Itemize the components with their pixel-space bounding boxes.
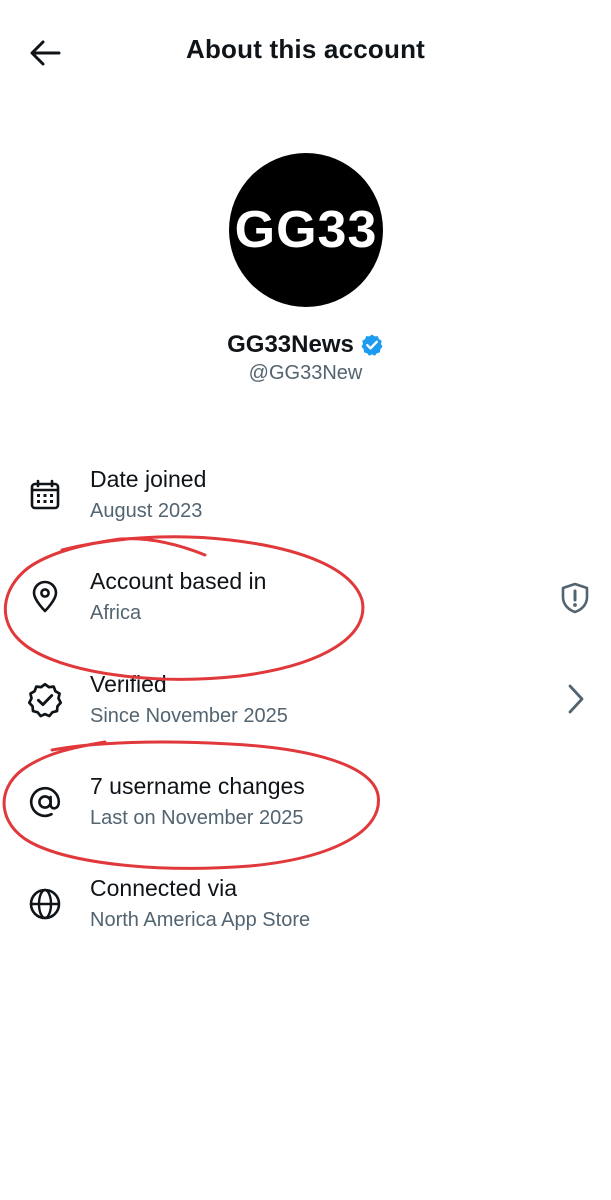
info-row-connected-via: Connected via North America App Store (0, 869, 611, 959)
row-label: Date joined (90, 466, 207, 492)
row-value: Africa (90, 602, 142, 624)
row-value: Last on November 2025 (90, 807, 304, 829)
info-row-date-joined: Date joined August 2023 (0, 460, 611, 550)
profile-name-row: GG33News (0, 331, 611, 359)
row-value: August 2023 (90, 500, 203, 522)
header-bar: About this account (0, 0, 611, 104)
globe-icon (24, 883, 66, 925)
info-row-username-changes[interactable]: 7 username changes Last on November 2025 (0, 767, 611, 857)
row-value: Since November 2025 (90, 705, 288, 727)
verified-check-icon (24, 679, 66, 721)
username-handle: @GG33New (248, 362, 363, 384)
shield-alert-icon[interactable] (557, 580, 593, 616)
row-label: Connected via (90, 875, 238, 901)
location-pin-icon (24, 576, 66, 618)
avatar[interactable]: GG33 (229, 153, 383, 307)
row-label: Account based in (90, 568, 267, 594)
info-row-verified[interactable]: Verified Since November 2025 (0, 665, 611, 755)
at-sign-icon (24, 781, 66, 823)
avatar-logo-text: GG33 (234, 201, 378, 259)
page-title: About this account (185, 34, 426, 64)
calendar-icon (24, 474, 66, 516)
verified-badge-icon[interactable] (360, 333, 384, 357)
row-value: North America App Store (90, 909, 311, 931)
chevron-right-icon[interactable] (557, 681, 593, 717)
info-row-account-based-in[interactable]: Account based in Africa (0, 562, 611, 652)
display-name: GG33News (227, 331, 354, 358)
row-label: 7 username changes (90, 773, 305, 799)
row-label: Verified (90, 671, 167, 697)
